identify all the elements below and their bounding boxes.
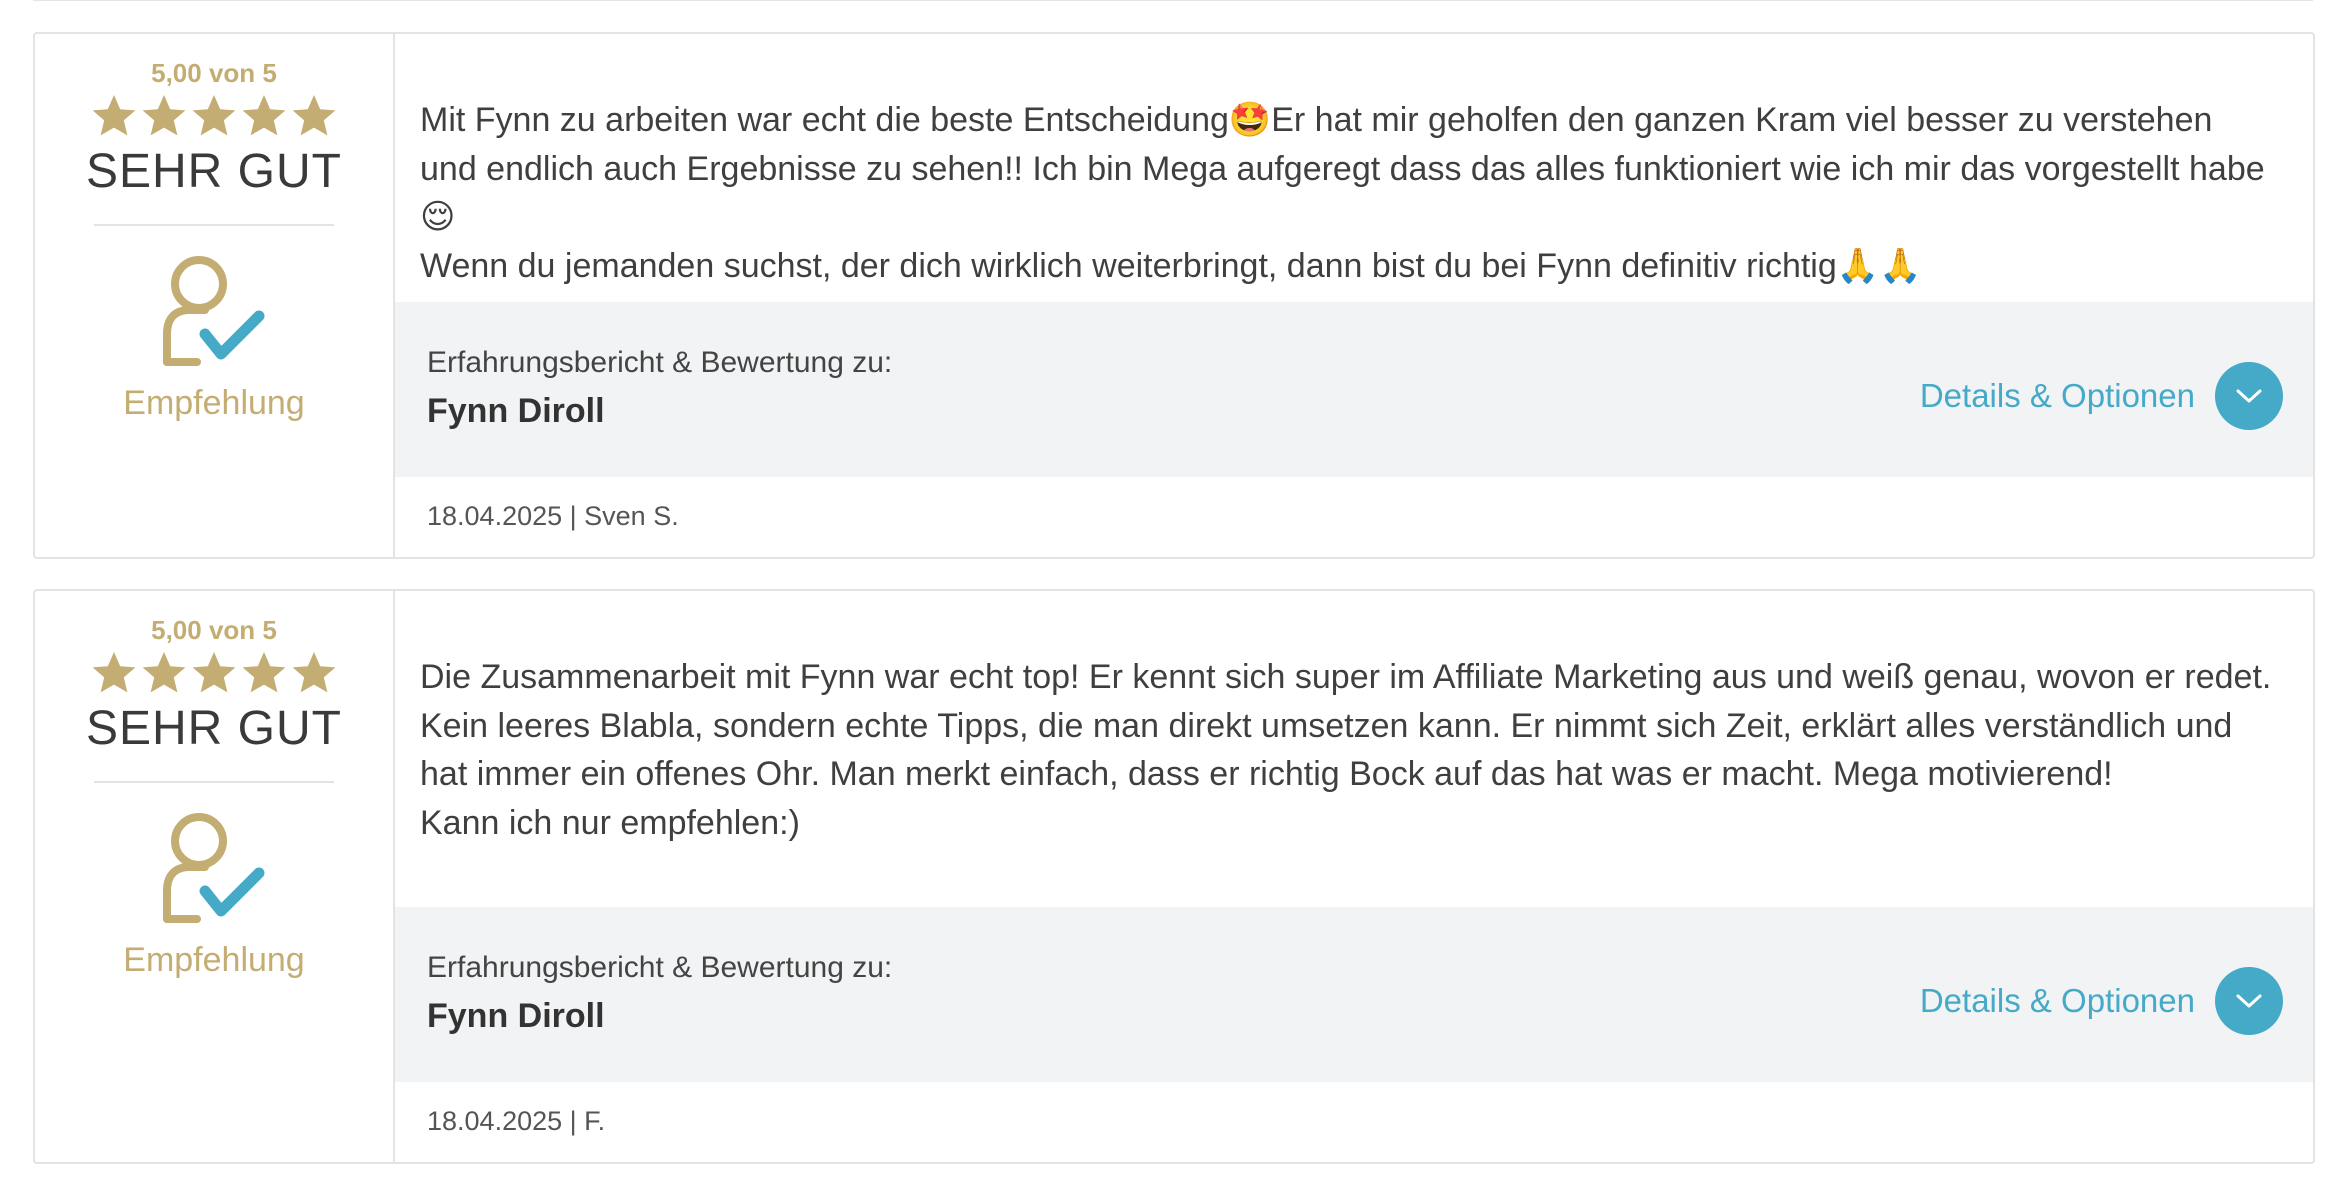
star-icon	[142, 652, 186, 693]
star-rating	[90, 92, 338, 140]
review-meta: 18.04.2025 | Sven S.	[427, 501, 679, 532]
rating-label: SEHR GUT	[85, 702, 342, 755]
rating-score: 5,00 von 5	[151, 58, 277, 88]
details-options-button[interactable]: Details & Optionen	[1920, 361, 2283, 430]
star-icon	[292, 95, 336, 136]
star-icon	[142, 95, 186, 136]
details-options-label[interactable]: Details & Optionen	[1920, 377, 2195, 415]
rating-column: 5,00 von 5 SEHR GUT Empfehlung	[35, 591, 395, 1162]
review-subject: Erfahrungsbericht & Bewertung zu: Fynn D…	[427, 949, 892, 1037]
rating-column: 5,00 von 5 SEHR GUT Empfehlung	[35, 34, 395, 557]
review-text: Mit Fynn zu arbeiten war echt die beste …	[420, 101, 2265, 285]
review-subject-bar: Erfahrungsbericht & Bewertung zu: Fynn D…	[395, 906, 2313, 1083]
star-icon	[242, 95, 286, 136]
star-rating	[90, 649, 338, 697]
review-card: 5,00 von 5 SEHR GUT Empfehlung Mit Fynn …	[33, 32, 2315, 559]
star-icon	[292, 652, 336, 693]
recommend-label: Empfehlung	[123, 941, 305, 979]
recommend-label: Empfehlung	[123, 384, 305, 422]
review-subject-caption: Erfahrungsbericht & Bewertung zu:	[427, 345, 893, 379]
review-meta: 18.04.2025 | F.	[427, 1106, 606, 1137]
review-subject-caption: Erfahrungsbericht & Bewertung zu:	[427, 950, 893, 984]
review-card: 5,00 von 5 SEHR GUT Empfehlung Die Zusam…	[33, 589, 2315, 1164]
review-subject: Erfahrungsbericht & Bewertung zu: Fynn D…	[427, 344, 892, 432]
top-divider	[33, 0, 2313, 1]
star-icon	[192, 95, 236, 136]
star-icon	[92, 652, 136, 693]
review-subject-name: Fynn Diroll	[427, 996, 605, 1035]
review-content: Die Zusammenarbeit mit Fynn war echt top…	[395, 591, 2313, 1162]
user-check-icon	[163, 813, 265, 923]
rating-label: SEHR GUT	[85, 145, 342, 198]
chevron-down-icon[interactable]	[2215, 361, 2283, 430]
chevron-down-icon[interactable]	[2215, 966, 2283, 1035]
divider	[94, 224, 334, 226]
review-subject-name: Fynn Diroll	[427, 391, 605, 430]
star-icon	[92, 95, 136, 136]
details-options-label[interactable]: Details & Optionen	[1920, 982, 2195, 1020]
star-icon	[242, 652, 286, 693]
review-content: Mit Fynn zu arbeiten war echt die beste …	[395, 34, 2313, 557]
user-check-icon	[163, 256, 265, 366]
divider	[94, 781, 334, 783]
review-list: 5,00 von 5 SEHR GUT Empfehlung Mit Fynn …	[33, 32, 2315, 1194]
rating-score: 5,00 von 5	[151, 615, 277, 645]
review-subject-bar: Erfahrungsbericht & Bewertung zu: Fynn D…	[395, 301, 2313, 478]
review-text: Die Zusammenarbeit mit Fynn war echt top…	[420, 658, 2272, 842]
star-icon	[192, 652, 236, 693]
details-options-button[interactable]: Details & Optionen	[1920, 966, 2283, 1035]
